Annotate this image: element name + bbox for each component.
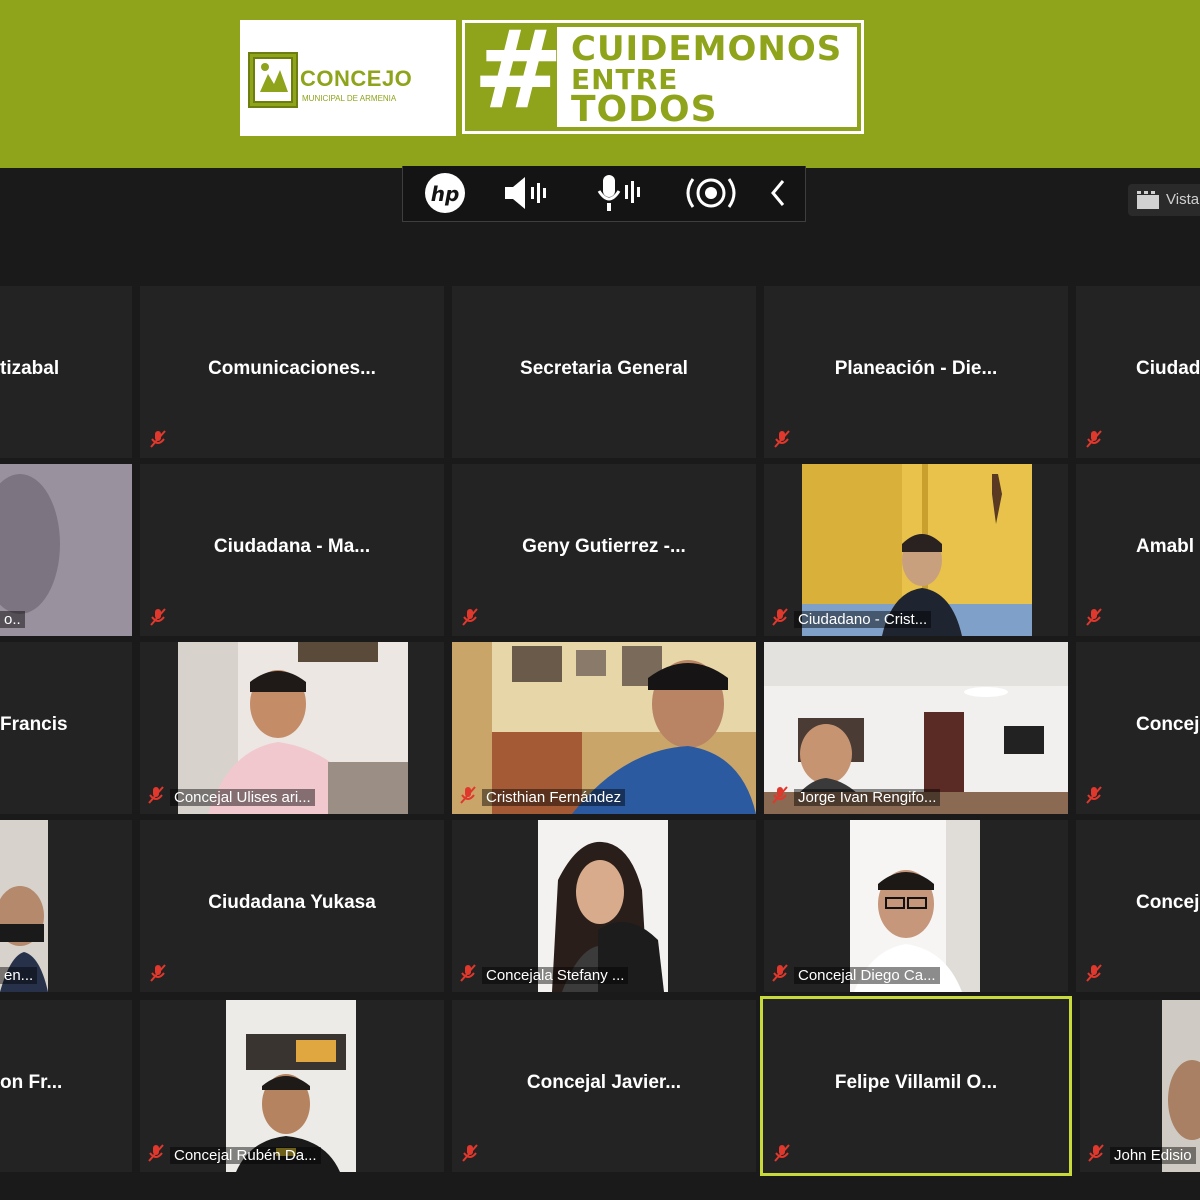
muted-mic-icon	[462, 608, 478, 626]
muted-mic-icon	[1088, 1144, 1104, 1162]
microphone-icon[interactable]	[589, 172, 649, 214]
participant-name: en...	[0, 967, 38, 984]
participant-name: Concejal Javier...	[526, 1072, 682, 1093]
muted-mic-icon	[462, 1144, 478, 1162]
muted-mic-icon	[772, 786, 788, 804]
concejo-logo: CONCEJO MUNICIPAL DE ARMENIA	[240, 20, 456, 136]
chevron-left-icon[interactable]	[759, 172, 799, 214]
participant-name: Comunicaciones...	[208, 358, 376, 379]
participant-tile[interactable]: Comunicaciones...	[140, 286, 444, 458]
participant-tile[interactable]: Planeación - Die...	[764, 286, 1068, 458]
participant-video-tile[interactable]: Concejal Rubén Da...	[140, 1000, 444, 1172]
speaker-icon[interactable]	[495, 172, 555, 214]
participant-name: Concejal Diego Ca...	[794, 967, 940, 984]
participant-video-tile[interactable]: en...	[0, 820, 132, 992]
participant-name: Concejal Ulises ari...	[170, 789, 315, 806]
logo-subtitle: MUNICIPAL DE ARMENIA	[302, 94, 397, 103]
concejo-emblem-icon	[248, 52, 298, 108]
view-grid-icon	[1137, 191, 1159, 209]
muted-mic-icon	[148, 786, 164, 804]
participant-tile[interactable]: Francis	[0, 642, 132, 814]
participant-tile[interactable]: tizabal	[0, 286, 132, 458]
muted-mic-icon	[774, 1144, 790, 1162]
campaign-hashtag: # CUIDEMONOS ENTRE TODOS	[462, 8, 864, 134]
muted-mic-icon	[1086, 430, 1102, 448]
active-speaker-tile[interactable]: Felipe Villamil O...	[760, 996, 1072, 1176]
muted-mic-icon	[150, 964, 166, 982]
participant-name: Ciudadana Yukasa	[208, 892, 376, 913]
participant-name: Concejala Stefany ...	[482, 967, 629, 984]
participant-tile[interactable]: Concej	[1076, 642, 1200, 814]
participant-video-tile[interactable]: Cristhian Fernández	[452, 642, 756, 814]
participant-tile[interactable]: on Fr...	[0, 1000, 132, 1172]
participant-name: Concejal Rubén Da...	[170, 1147, 321, 1164]
participant-name: tizabal	[0, 358, 60, 379]
participant-name: on Fr...	[0, 1072, 63, 1093]
participant-video-tile[interactable]: o..	[0, 464, 132, 636]
participant-name: Ciudadano - Crist...	[794, 611, 932, 628]
participant-tile[interactable]: Geny Gutierrez -...	[452, 464, 756, 636]
campaign-text: CUIDEMONOS ENTRE TODOS	[557, 27, 857, 130]
participant-name: o..	[0, 611, 25, 628]
participant-name: Geny Gutierrez -...	[522, 536, 686, 557]
hashtag-symbol: #	[473, 8, 564, 133]
view-button[interactable]: Vista	[1128, 184, 1200, 216]
participant-video-tile[interactable]: John Edisio	[1080, 1000, 1200, 1172]
view-button-label: Vista	[1166, 191, 1200, 208]
muted-mic-icon	[1086, 786, 1102, 804]
muted-mic-icon	[150, 608, 166, 626]
muted-mic-icon	[460, 964, 476, 982]
participant-video-tile[interactable]: Concejala Stefany ...	[452, 820, 756, 992]
participant-tile[interactable]: Secretaria General	[452, 286, 756, 458]
participant-name: Concej	[1136, 892, 1200, 913]
broadcast-icon[interactable]	[681, 172, 741, 214]
participant-tile[interactable]: Ciudadana Yukasa	[140, 820, 444, 992]
muted-mic-icon	[460, 786, 476, 804]
participant-name: Planeación - Die...	[834, 358, 998, 379]
participant-video-tile[interactable]: Concejal Ulises ari...	[140, 642, 444, 814]
participant-tile[interactable]: Ciudad	[1076, 286, 1200, 458]
participant-tile[interactable]: Amabl	[1076, 464, 1200, 636]
muted-mic-icon	[148, 1144, 164, 1162]
campaign-banner: CONCEJO MUNICIPAL DE ARMENIA # CUIDEMONO…	[0, 0, 1200, 168]
muted-mic-icon	[772, 964, 788, 982]
muted-mic-icon	[1086, 964, 1102, 982]
muted-mic-icon	[774, 430, 790, 448]
participant-name: John Edisio	[1110, 1147, 1196, 1164]
participant-tile[interactable]: Concejal Javier...	[452, 1000, 756, 1172]
participant-tile[interactable]: Ciudadana - Ma...	[140, 464, 444, 636]
participant-video-tile[interactable]: Jorge Ivan Rengifo...	[764, 642, 1068, 814]
muted-mic-icon	[1086, 608, 1102, 626]
participant-video-tile[interactable]: Concejal Diego Ca...	[764, 820, 1068, 992]
campaign-line-3: TODOS	[571, 89, 718, 130]
muted-mic-icon	[772, 608, 788, 626]
participant-name: Amabl	[1136, 536, 1195, 557]
svg-text:hp: hp	[431, 182, 460, 206]
participant-video-tile[interactable]: Ciudadano - Crist...	[764, 464, 1068, 636]
participant-name: Concej	[1136, 714, 1200, 735]
participant-name: Francis	[0, 714, 68, 735]
participant-name: Ciudadana - Ma...	[213, 536, 371, 557]
participant-name: Felipe Villamil O...	[834, 1072, 998, 1093]
participant-name: Cristhian Fernández	[482, 789, 626, 806]
participant-name: Jorge Ivan Rengifo...	[794, 789, 941, 806]
participant-name: Ciudad	[1136, 358, 1200, 379]
participant-name: Secretaria General	[520, 358, 688, 379]
muted-mic-icon	[150, 430, 166, 448]
device-toolbar: hp	[402, 166, 806, 222]
hp-logo-icon[interactable]: hp	[417, 172, 473, 214]
logo-name: CONCEJO	[300, 66, 413, 91]
participant-tile[interactable]: Concej	[1076, 820, 1200, 992]
